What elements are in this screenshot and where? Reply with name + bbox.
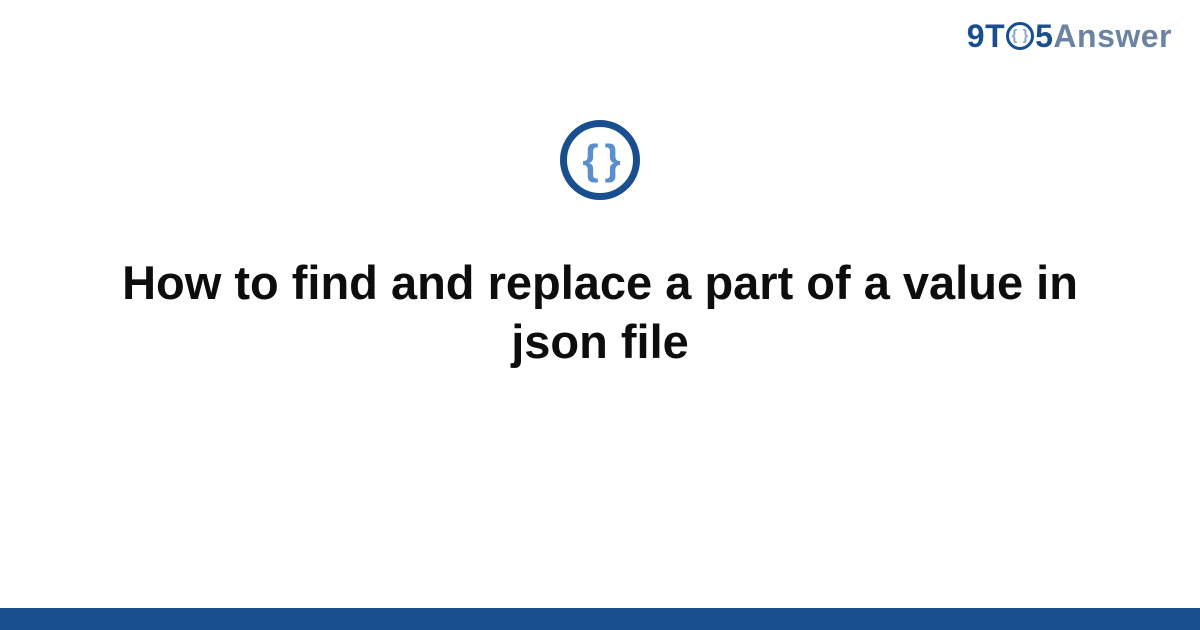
brand-o-icon: { } <box>1006 22 1034 50</box>
page-title: How to find and replace a part of a valu… <box>120 254 1080 372</box>
brand-logo: 9T { } 5 Answer <box>967 18 1172 55</box>
brand-part-answer: Answer <box>1053 18 1172 55</box>
brand-part-9t: 9T <box>967 18 1005 55</box>
json-badge-icon: { } <box>560 120 640 200</box>
json-braces-glyph: { } <box>582 139 617 181</box>
footer-bar <box>0 608 1200 630</box>
brand-o-inner-braces: { } <box>1011 28 1028 43</box>
brand-part-5: 5 <box>1035 18 1053 55</box>
page-root: 9T { } 5 Answer { } How to find and repl… <box>0 0 1200 630</box>
main-content: { } How to find and replace a part of a … <box>0 120 1200 372</box>
